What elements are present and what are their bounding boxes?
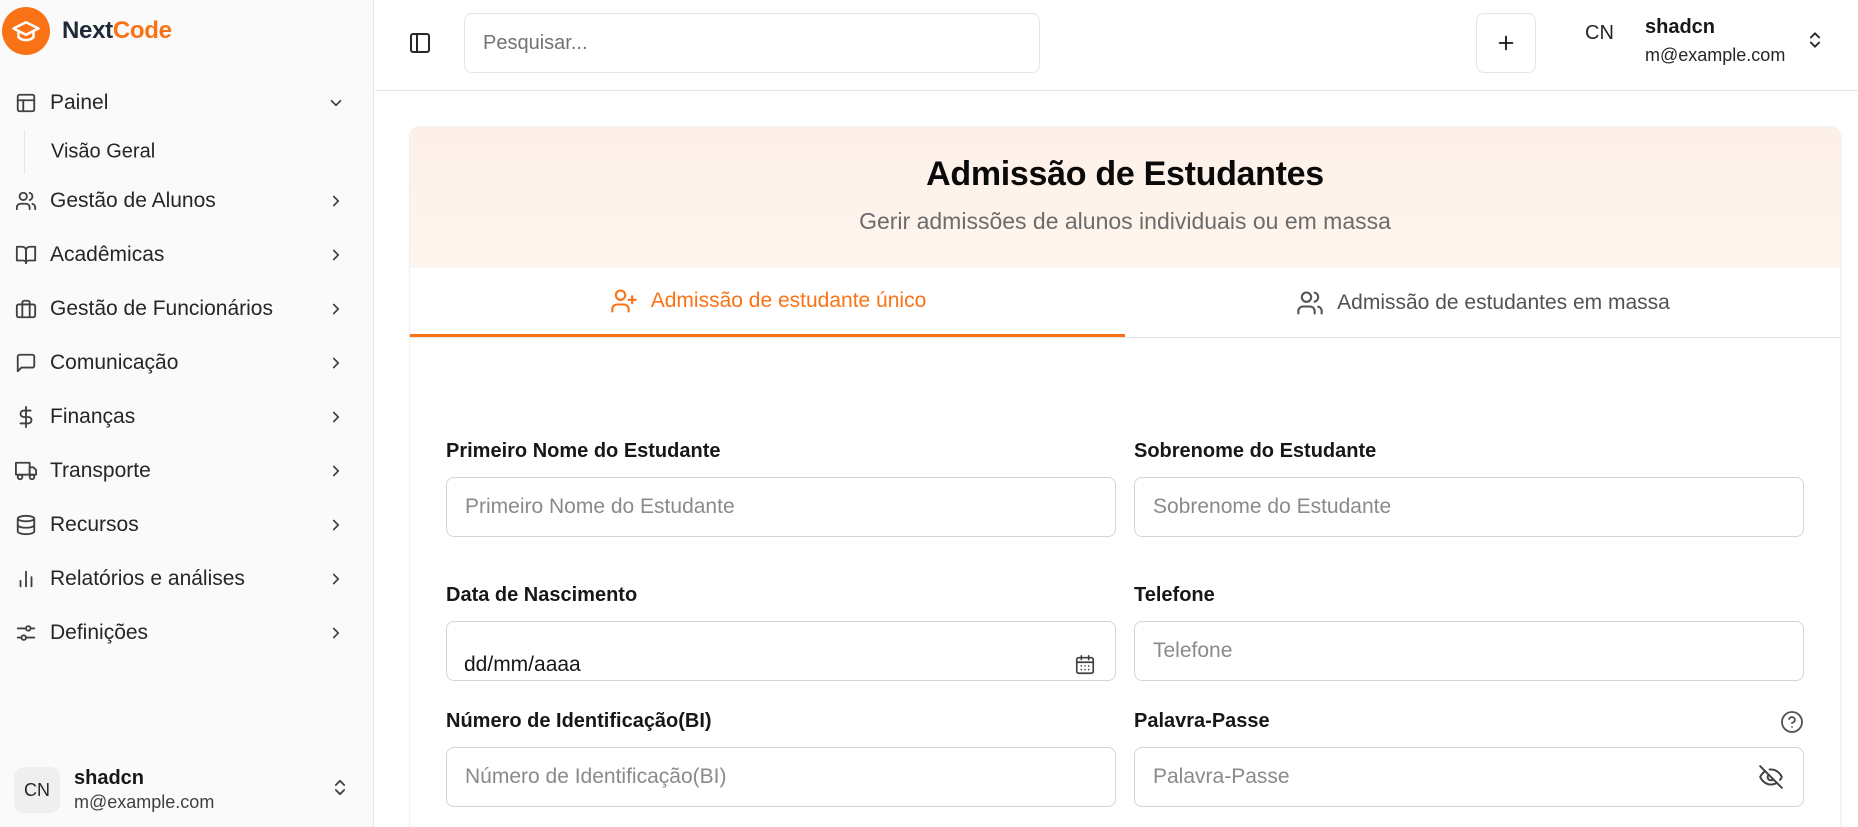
page-subtitle: Gerir admissões de alunos individuais ou… [859, 208, 1391, 234]
plus-icon [1498, 35, 1514, 51]
sidebar-subitem-visao-geral[interactable]: Visão Geral [51, 141, 155, 164]
page-title: Admissão de Estudantes [926, 155, 1324, 193]
first-name-field: Primeiro Nome do Estudante [446, 440, 1116, 537]
user-name: shadcn [74, 767, 145, 789]
field-label: Número de Identificação(BI) [446, 710, 712, 732]
header-user-menu[interactable]: shadcn m@example.com [1645, 16, 1785, 66]
tab-bulk-admission[interactable]: Admissão de estudantes em massa [1125, 268, 1840, 337]
header-avatar[interactable]: CN [1585, 22, 1614, 45]
truck-icon [14, 459, 38, 483]
last-name-field: Sobrenome do Estudante [1134, 440, 1804, 537]
chevron-right-icon [326, 407, 346, 427]
tab-single-admission[interactable]: Admissão de estudante único [410, 268, 1125, 337]
eye-off-icon[interactable] [1758, 764, 1784, 790]
message-icon [14, 351, 38, 375]
sidebar-item-recursos[interactable]: Recursos [0, 498, 374, 552]
header-user-name: shadcn [1645, 16, 1716, 38]
field-label: Primeiro Nome do Estudante [446, 440, 721, 462]
password-field: Palavra-Passe [1134, 710, 1804, 807]
user-info: shadcn m@example.com [74, 767, 214, 813]
sidebar-item-comunicacao[interactable]: Comunicação [0, 336, 374, 390]
brand[interactable]: NextCode [2, 6, 172, 56]
sidebar-item-label: Transporte [50, 459, 151, 482]
birth-date-input[interactable] [446, 621, 1116, 681]
dollar-icon [14, 405, 38, 429]
admission-card: Admissão de Estudantes Gerir admissões d… [410, 127, 1840, 827]
panel-left-icon [410, 33, 430, 53]
sidebar-item-label: Definições [50, 621, 149, 644]
sidebar-item-label: Relatórios e análises [50, 567, 245, 590]
chevron-right-icon [326, 353, 346, 373]
id-number-field: Número de Identificação(BI) [446, 710, 1116, 807]
field-label: Palavra-Passe [1134, 710, 1270, 732]
chevron-right-icon [326, 461, 346, 481]
chevron-right-icon [326, 191, 346, 211]
card-header: Admissão de Estudantes Gerir admissões d… [410, 127, 1840, 268]
birth-date-wrap: dd/mm/aaaa [446, 621, 1116, 681]
building-icon [14, 297, 38, 321]
sidebar-item-definicoes[interactable]: Definições [0, 606, 374, 660]
settings-icon [14, 621, 38, 645]
calendar-icon[interactable] [1074, 654, 1096, 676]
search-input[interactable] [464, 13, 1040, 73]
sidebar-submenu: Visão Geral [24, 130, 374, 174]
chevron-right-icon [326, 245, 346, 265]
avatar: CN [14, 767, 60, 813]
database-icon [14, 513, 38, 537]
chevrons-up-down-icon [330, 778, 350, 803]
sidebar-item-label: Painel [50, 91, 109, 114]
sidebar-item-label: Finanças [50, 405, 136, 428]
tab-label: Admissão de estudante único [650, 289, 927, 312]
sidebar-item-label: Recursos [50, 513, 139, 536]
phone-input[interactable] [1134, 621, 1804, 681]
password-input[interactable] [1134, 747, 1804, 807]
admission-tabs: Admissão de estudante único Admissão de … [410, 268, 1840, 338]
phone-field: Telefone [1134, 584, 1804, 681]
sidebar-item-gestao-funcionarios[interactable]: Gestão de Funcionários [0, 282, 374, 336]
sidebar-item-label: Gestão de Funcionários [50, 297, 273, 320]
birth-date-field: Data de Nascimento dd/mm/aaaa [446, 584, 1116, 681]
add-button[interactable] [1476, 13, 1536, 73]
sidebar-item-painel[interactable]: Painel [0, 76, 374, 130]
bar-chart-icon [14, 567, 38, 591]
field-label: Sobrenome do Estudante [1134, 440, 1377, 462]
tab-label: Admissão de estudantes em massa [1337, 290, 1670, 314]
layout-icon [14, 91, 38, 115]
sidebar-item-transporte[interactable]: Transporte [0, 444, 374, 498]
top-header: CN shadcn m@example.com [375, 0, 1858, 91]
sidebar: NextCode Painel Visão Geral Gestão de Al… [0, 0, 374, 827]
chevron-right-icon [326, 569, 346, 589]
sidebar-item-gestao-alunos[interactable]: Gestão de Alunos [0, 174, 374, 228]
sidebar-nav: Painel Visão Geral Gestão de Alunos Acad… [0, 76, 374, 660]
users-icon [1295, 288, 1325, 318]
sidebar-item-label: Gestão de Alunos [50, 189, 216, 212]
field-label: Telefone [1134, 584, 1215, 606]
chevron-right-icon [326, 623, 346, 643]
chevron-down-icon [326, 93, 346, 113]
sidebar-user-menu[interactable]: CN shadcn m@example.com [14, 761, 360, 819]
last-name-input[interactable] [1134, 477, 1804, 537]
brand-name: NextCode [62, 17, 172, 44]
chevron-right-icon [326, 515, 346, 535]
chevrons-up-down-icon[interactable] [1805, 30, 1825, 55]
password-wrap [1134, 733, 1804, 807]
chevron-right-icon [326, 299, 346, 319]
header-user-email: m@example.com [1645, 45, 1786, 65]
book-icon [14, 243, 38, 267]
first-name-input[interactable] [446, 477, 1116, 537]
users-icon [14, 189, 38, 213]
field-label: Data de Nascimento [446, 584, 638, 606]
sidebar-item-academicas[interactable]: Acadêmicas [0, 228, 374, 282]
id-number-input[interactable] [446, 747, 1116, 807]
sidebar-toggle-button[interactable] [405, 28, 435, 58]
sidebar-item-financas[interactable]: Finanças [0, 390, 374, 444]
user-plus-icon [609, 286, 639, 316]
graduation-cap-icon [2, 7, 50, 55]
user-email: m@example.com [74, 792, 215, 812]
sidebar-item-relatorios[interactable]: Relatórios e análises [0, 552, 374, 606]
sidebar-item-label: Comunicação [50, 351, 179, 374]
sidebar-item-label: Acadêmicas [50, 243, 165, 266]
